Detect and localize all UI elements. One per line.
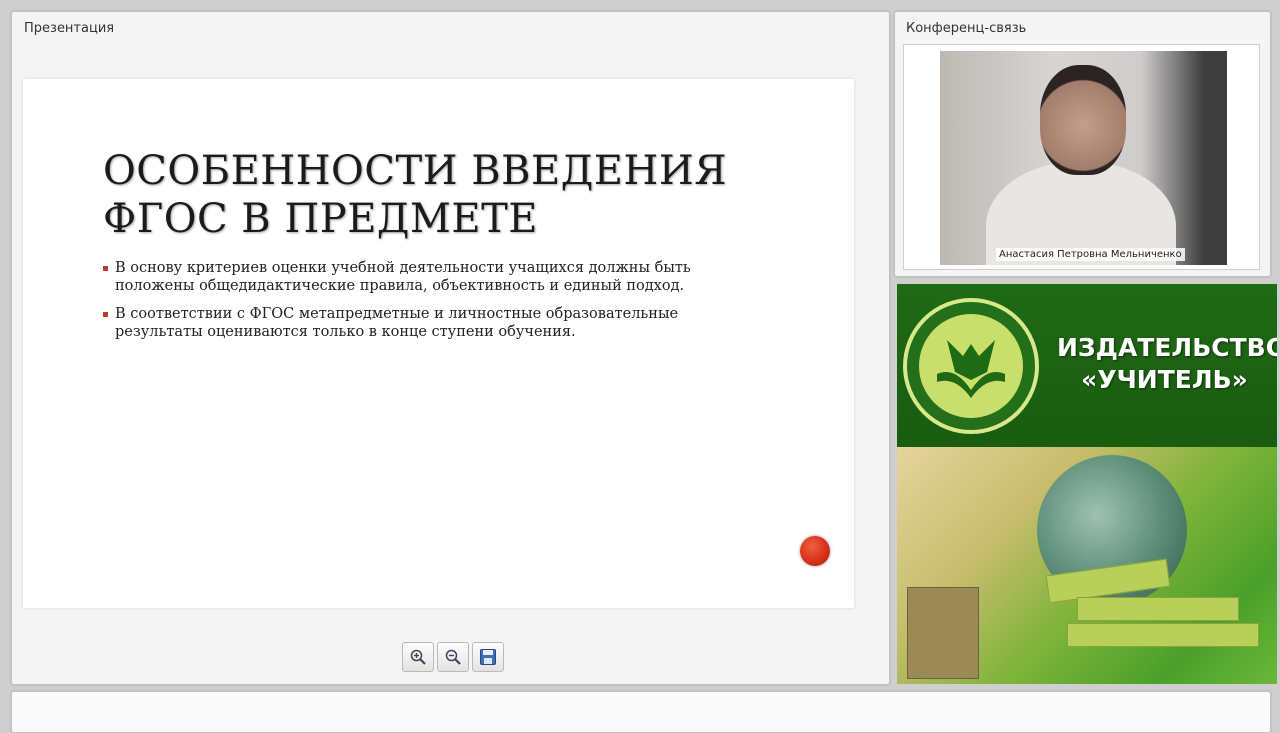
bullet-marker-icon — [103, 312, 108, 317]
book-image — [907, 587, 979, 679]
banner-books-image — [897, 447, 1277, 684]
banner-header: ИЗДАТЕЛЬСТВО «УЧИТЕЛЬ» — [897, 284, 1277, 447]
book-image — [1077, 597, 1239, 621]
zoom-out-button[interactable] — [437, 642, 469, 672]
bottom-bar — [11, 691, 1271, 733]
zoom-in-button[interactable] — [402, 642, 434, 672]
laser-pointer-dot — [800, 536, 830, 566]
presentation-panel: Презентация ОСОБЕННОСТИ ВВЕДЕНИЯ ФГОС В … — [11, 11, 890, 685]
presentation-toolbar — [402, 642, 504, 672]
presentation-slide: ОСОБЕННОСТИ ВВЕДЕНИЯ ФГОС В ПРЕДМЕТЕ В о… — [23, 79, 854, 608]
participant-name-label: Анастасия Петровна Мельниченко — [996, 248, 1185, 261]
slide-title: ОСОБЕННОСТИ ВВЕДЕНИЯ ФГОС В ПРЕДМЕТЕ — [103, 148, 728, 242]
zoom-in-icon — [410, 649, 426, 665]
zoom-out-icon — [445, 649, 461, 665]
video-tile[interactable]: Анастасия Петровна Мельниченко — [903, 44, 1260, 270]
slide-bullet-list: В основу критериев оценки учебной деятел… — [103, 259, 743, 351]
save-button[interactable] — [472, 642, 504, 672]
slide-bullet-text: В основу критериев оценки учебной деятел… — [115, 260, 691, 294]
slide-bullet: В основу критериев оценки учебной деятел… — [103, 259, 743, 295]
publisher-logo-icon — [903, 298, 1039, 434]
conference-panel-title: Конференц-связь — [906, 21, 1027, 36]
conference-panel: Конференц-связь Анастасия Петровна Мельн… — [894, 11, 1271, 277]
participant-head — [1040, 65, 1126, 175]
open-book-logo-icon — [937, 340, 1005, 398]
publisher-name-line1: ИЗДАТЕЛЬСТВО — [1057, 333, 1277, 362]
book-image — [1067, 623, 1259, 647]
presentation-panel-title: Презентация — [24, 21, 115, 36]
webcam-video: Анастасия Петровна Мельниченко — [940, 51, 1227, 265]
bullet-marker-icon — [103, 266, 108, 271]
publisher-name-line2: «УЧИТЕЛЬ» — [1081, 365, 1248, 394]
publisher-name: ИЗДАТЕЛЬСТВО «УЧИТЕЛЬ» — [1057, 332, 1277, 396]
slide-bullet-text: В соответствии с ФГОС метапредметные и л… — [115, 306, 679, 340]
floppy-disk-icon — [480, 649, 496, 665]
slide-bullet: В соответствии с ФГОС метапредметные и л… — [103, 305, 743, 341]
publisher-banner: ИЗДАТЕЛЬСТВО «УЧИТЕЛЬ» — [897, 284, 1277, 684]
